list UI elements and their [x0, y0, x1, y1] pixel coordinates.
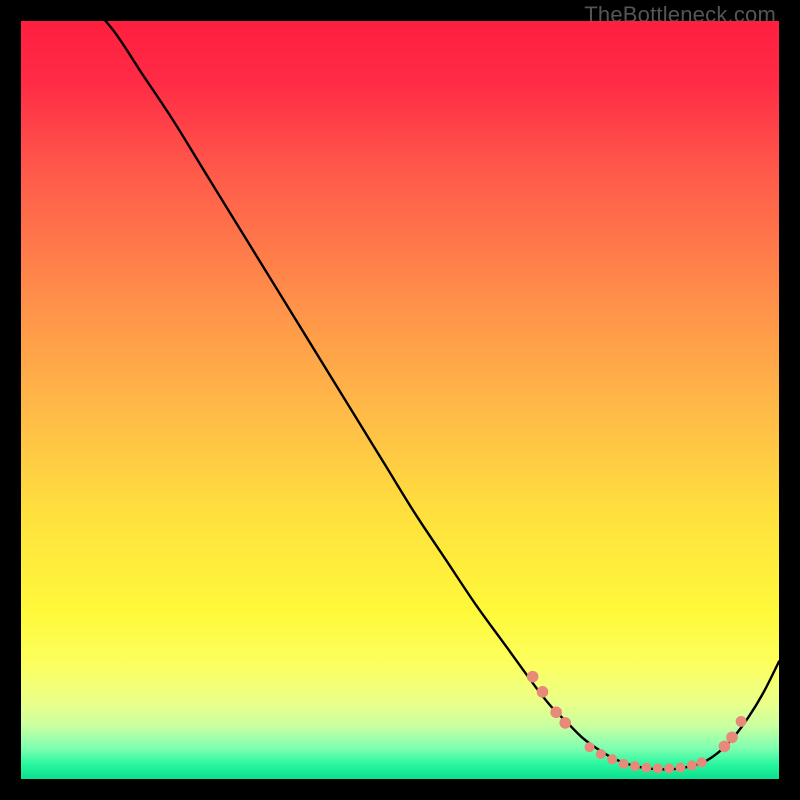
curve-marker: [559, 717, 571, 729]
curve-marker: [697, 757, 707, 767]
curve-marker: [537, 686, 549, 698]
chart-frame: [21, 21, 779, 779]
curve-marker: [653, 763, 663, 773]
curve-marker: [527, 671, 539, 683]
bottleneck-chart: [21, 21, 779, 779]
curve-marker: [585, 742, 595, 752]
curve-marker: [641, 763, 651, 773]
curve-marker: [726, 731, 738, 743]
curve-marker: [736, 716, 747, 727]
curve-marker: [687, 760, 697, 770]
curve-marker: [596, 749, 606, 759]
curve-marker: [664, 763, 674, 773]
curve-marker: [607, 754, 617, 764]
curve-marker: [630, 761, 640, 771]
curve-marker: [675, 763, 685, 773]
chart-background: [21, 21, 779, 779]
curve-marker: [619, 759, 629, 769]
curve-marker: [550, 706, 562, 718]
curve-marker: [719, 741, 731, 753]
